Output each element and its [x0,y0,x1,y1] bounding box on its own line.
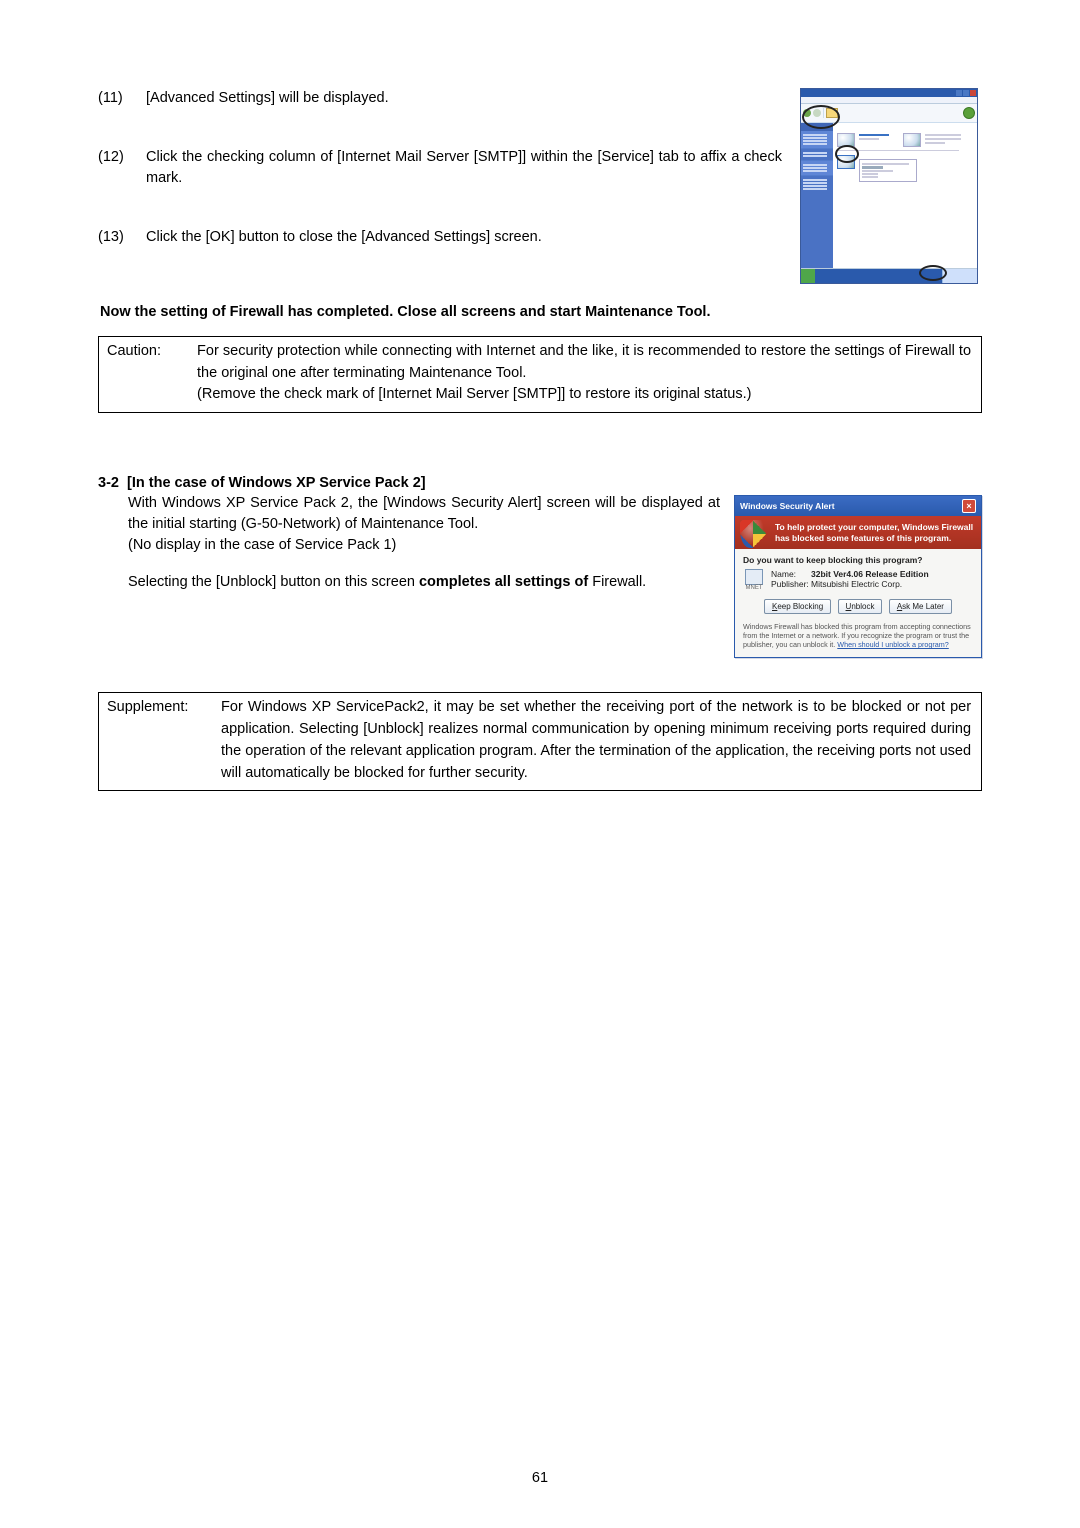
supplement-box: Supplement: For Windows XP ServicePack2,… [98,692,982,791]
app-icon: MNET [743,569,765,591]
shield-icon [740,520,766,548]
publisher-value: Mitsubishi Electric Corp. [811,579,902,589]
advanced-settings-screenshot [800,88,978,284]
caution-label: Caution: [107,341,193,363]
alert-footer: Windows Firewall has blocked this progra… [743,622,973,649]
section-num: 3-2 [98,475,119,491]
supplement-body: For Windows XP ServicePack2, it may be s… [221,697,971,784]
caution-body: For security protection while connecting… [197,341,971,406]
step-body: Click the [OK] button to close the [Adva… [146,227,782,248]
alert-banner: To help protect your computer, Windows F… [775,522,973,543]
page-number: 61 [0,1470,1080,1486]
annotation-oval-service [835,145,859,163]
section-p2-post: Firewall. [588,574,646,590]
section-heading: 3-2 [In the case of Windows XP Service P… [98,475,982,491]
name-value: 32bit Ver4.06 Release Edition [811,569,929,579]
supplement-label: Supplement: [107,697,217,719]
step-body: Click the checking column of [Internet M… [146,147,782,189]
section-p2: Selecting the [Unblock] button on this s… [128,572,720,593]
annotation-oval-ok [919,265,947,281]
name-key: Name: [771,569,811,579]
step-num: (12) [98,147,146,189]
security-alert-screenshot: Windows Security Alert × To help protect… [734,495,982,658]
unblock-button[interactable]: Unblock [838,599,883,614]
ask-later-button[interactable]: Ask Me Later [889,599,952,614]
annotation-oval-toolbar [802,105,840,129]
step-11: (11) [Advanced Settings] will be display… [98,88,782,109]
section-p1: With Windows XP Service Pack 2, the [Win… [128,495,720,532]
alert-title: Windows Security Alert [740,501,835,511]
publisher-key: Publisher: [771,579,811,589]
step-13: (13) Click the [OK] button to close the … [98,227,782,248]
section-p2-bold: completes all settings of [419,574,588,590]
step-num: (11) [98,88,146,109]
app-icon-label: MNET [746,585,763,591]
completed-text: Now the setting of Firewall has complete… [100,302,982,324]
section-p1b: (No display in the case of Service Pack … [128,537,396,553]
step-body: [Advanced Settings] will be displayed. [146,88,782,109]
caution-box: Caution: For security protection while c… [98,336,982,413]
section-p2-pre: Selecting the [Unblock] button on this s… [128,574,419,590]
step-num: (13) [98,227,146,248]
section-title: [In the case of Windows XP Service Pack … [127,475,426,491]
keep-blocking-button[interactable]: Keep Blocking [764,599,831,614]
alert-footer-link[interactable]: When should I unblock a program? [837,640,948,649]
close-icon[interactable]: × [962,499,976,513]
step-12: (12) Click the checking column of [Inter… [98,147,782,189]
alert-question: Do you want to keep blocking this progra… [743,555,973,565]
